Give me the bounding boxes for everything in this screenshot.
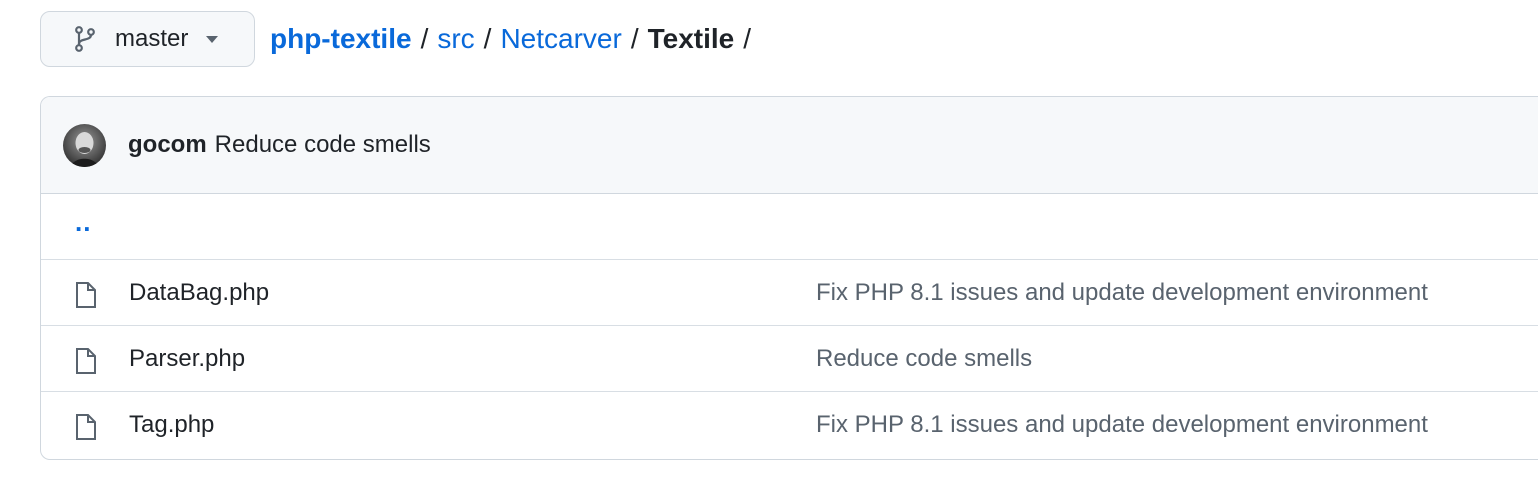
parent-directory-link[interactable]: .. [75,207,91,238]
breadcrumb-link-netcarver[interactable]: Netcarver [500,23,621,55]
chevron-down-icon [206,35,219,43]
git-branch-icon [73,26,97,52]
file-commit-link[interactable]: Fix PHP 8.1 issues and update developmen… [816,411,1428,439]
table-row: Tag.php Fix PHP 8.1 issues and update de… [41,392,1538,458]
commit-message-link[interactable]: Reduce code smells [215,131,431,159]
branch-name: master [115,25,189,52]
file-icon [74,281,98,309]
repo-navigation: master php-textile / src / Netcarver / T… [40,11,760,67]
branch-select-button[interactable]: master [40,11,255,67]
file-icon [74,347,98,375]
commit-author-link[interactable]: gocom [128,131,207,159]
file-commit-link[interactable]: Fix PHP 8.1 issues and update developmen… [816,279,1428,307]
file-name-link[interactable]: Parser.php [129,345,245,373]
file-list: gocom Reduce code smells .. DataBag.php … [40,96,1538,460]
breadcrumb-separator: / [743,23,752,54]
breadcrumb-separator: / [420,23,429,54]
table-row: DataBag.php Fix PHP 8.1 issues and updat… [41,260,1538,326]
breadcrumb-link-src[interactable]: src [437,23,474,55]
file-commit-link[interactable]: Reduce code smells [816,345,1032,373]
avatar[interactable] [63,123,106,167]
table-row: Parser.php Reduce code smells [41,326,1538,392]
breadcrumb-repo-link[interactable]: php-textile [270,23,412,55]
breadcrumb-separator: / [630,23,639,54]
file-icon [74,413,98,441]
breadcrumb: php-textile / src / Netcarver / Textile … [270,23,760,55]
breadcrumb-separator: / [483,23,492,54]
breadcrumb-current: Textile [647,23,735,54]
parent-directory-row[interactable]: .. [41,194,1538,260]
latest-commit-bar: gocom Reduce code smells [41,97,1538,194]
file-name-link[interactable]: Tag.php [129,411,214,439]
file-name-link[interactable]: DataBag.php [129,279,269,307]
